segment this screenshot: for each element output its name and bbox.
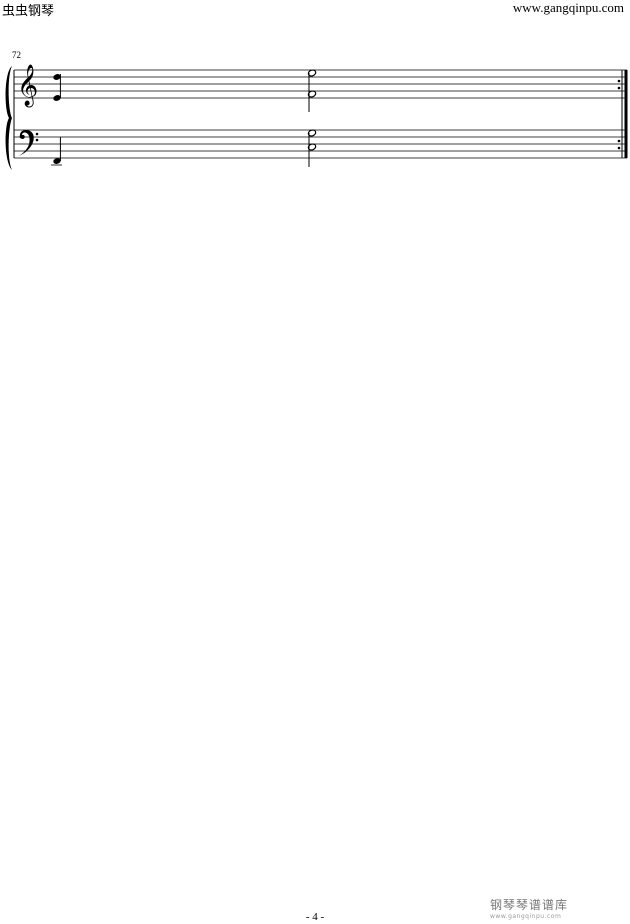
treble-chord-1	[53, 74, 61, 101]
page-number: - 4 -	[305, 911, 325, 923]
treble-staff	[14, 69, 627, 99]
treble-chord-2	[307, 69, 317, 112]
bass-chord-2	[307, 129, 317, 167]
svg-text:𝄞: 𝄞	[17, 64, 38, 107]
site-name: 虫虫钢琴	[2, 4, 55, 19]
repeat-end-barline	[617, 70, 628, 158]
treble-clef-icon: 𝄞	[17, 64, 38, 107]
bass-clef-icon	[19, 129, 39, 156]
measure-number: 72	[12, 50, 21, 60]
site-url: www.gangqinpu.com	[512, 0, 624, 15]
music-score: 72 𝄞	[5, 50, 628, 170]
bass-staff	[14, 129, 627, 159]
grand-staff-brace	[5, 66, 12, 170]
